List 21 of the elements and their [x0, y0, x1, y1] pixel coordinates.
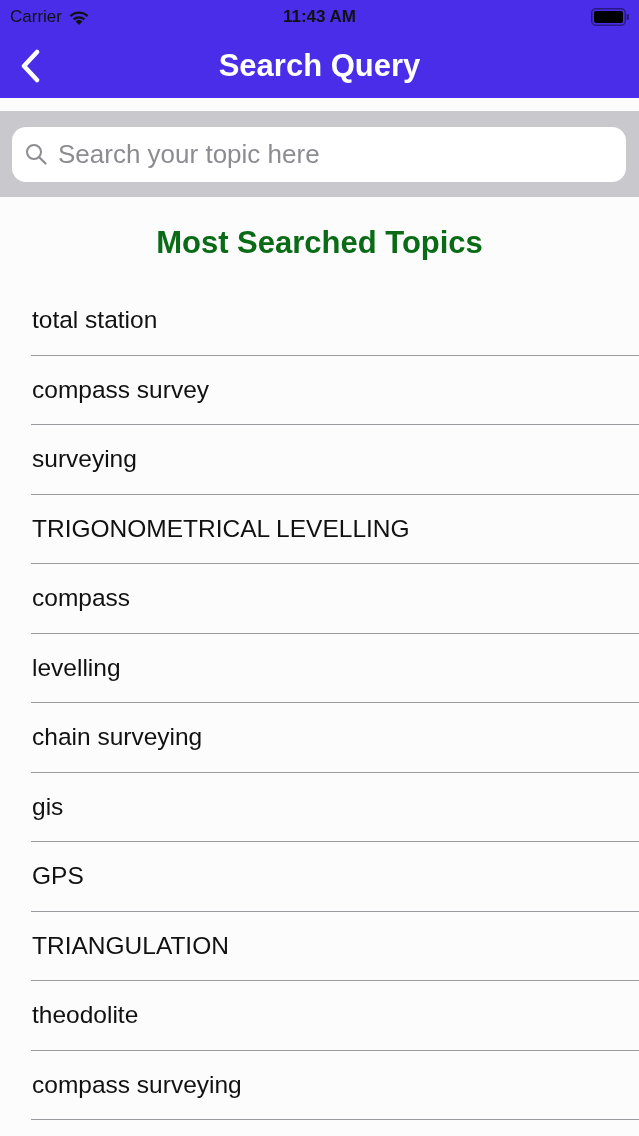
search-field[interactable]: Search your topic here [12, 127, 626, 182]
topic-item[interactable]: compass surveying [32, 1070, 242, 1099]
carrier-name: Carrier [10, 7, 62, 27]
section-title: Most Searched Topics [156, 225, 483, 261]
topic-item[interactable]: surveying [32, 445, 137, 474]
topic-item[interactable]: GPS [32, 862, 84, 891]
topic-item[interactable]: theodolite [32, 1001, 139, 1030]
wifi-icon [67, 9, 90, 25]
topic-item[interactable]: compass survey [32, 375, 209, 404]
topic-item[interactable]: compass [32, 584, 131, 613]
status-time: 11:43 AM [282, 7, 357, 27]
search-icon [25, 143, 47, 165]
topic-item[interactable]: TRIANGULATION [32, 931, 229, 960]
topic-item[interactable]: levelling [32, 653, 121, 682]
topic-item[interactable]: chain surveying [32, 723, 203, 752]
topic-item[interactable]: gis [32, 792, 64, 821]
screen-title: Search Query [218, 48, 421, 84]
battery-icon [591, 8, 629, 26]
topic-item[interactable]: total station [32, 306, 158, 335]
topic-item[interactable]: TRIGONOMETRICAL LEVELLING [32, 514, 410, 543]
chevron-left-icon [19, 49, 41, 83]
